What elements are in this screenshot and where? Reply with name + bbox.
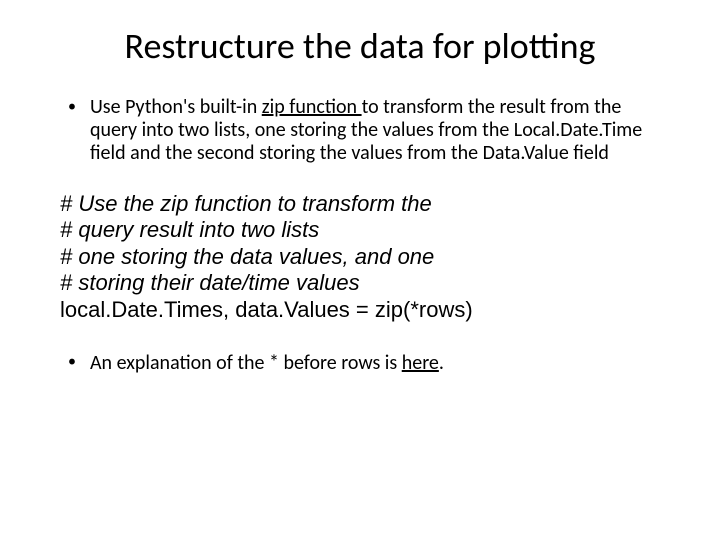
- code-comment-4: # storing their date/time values: [60, 270, 670, 296]
- zip-function-link[interactable]: zip function: [262, 95, 362, 119]
- bullet-item-1: • Use Python's built-in zip function to …: [50, 96, 670, 165]
- here-link[interactable]: here: [402, 351, 439, 375]
- bullet1-pre: Use Python's built-in: [90, 95, 262, 119]
- slide-title: Restructure the data for plotting: [50, 24, 670, 68]
- bullet-section-2: • An explanation of the * before rows is…: [50, 351, 670, 375]
- bullet2-pre: An explanation of the * before rows is: [90, 351, 402, 375]
- code-comment-3: # one storing the data values, and one: [60, 244, 670, 270]
- bullet-item-2: • An explanation of the * before rows is…: [68, 351, 670, 375]
- bullet-marker-2: •: [68, 351, 76, 373]
- code-statement: local.Date.Times, data.Values = zip(*row…: [60, 297, 670, 323]
- bullet-text-1: Use Python's built-in zip function to tr…: [90, 96, 670, 165]
- code-comment-1: # Use the zip function to transform the: [60, 191, 670, 217]
- bullet-marker: •: [68, 96, 76, 118]
- bullet-text-2: An explanation of the * before rows is h…: [90, 351, 670, 375]
- code-comment-2: # query result into two lists: [60, 217, 670, 243]
- code-block: # Use the zip function to transform the …: [50, 191, 670, 323]
- bullet2-post: .: [439, 351, 444, 375]
- bullet-section-1: • Use Python's built-in zip function to …: [50, 96, 670, 165]
